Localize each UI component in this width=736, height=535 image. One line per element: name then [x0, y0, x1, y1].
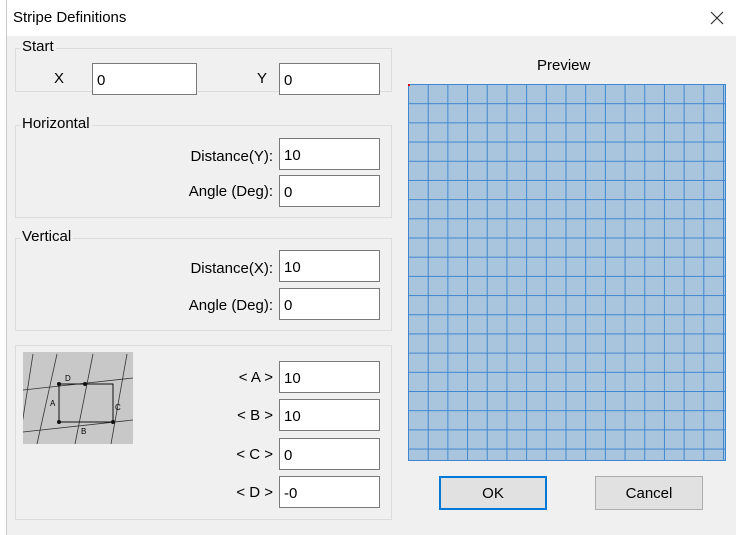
preview-title: Preview: [537, 57, 591, 74]
cancel-button[interactable]: Cancel: [595, 476, 703, 510]
start-x-label: X: [54, 70, 65, 87]
stripe-definitions-dialog: Stripe Definitions Start X Y Horizontal …: [6, 0, 736, 535]
param-c-label: < C >: [236, 446, 273, 463]
vertical-distance-label: Distance(X):: [190, 260, 273, 277]
vertical-group-label: Vertical: [20, 228, 74, 245]
diagram-letter-a: A: [50, 399, 56, 408]
param-c-input[interactable]: [279, 438, 380, 470]
preview-origin-marker: [408, 84, 410, 86]
start-group-label: Start: [20, 38, 56, 55]
vertical-angle-input[interactable]: [279, 288, 380, 320]
preview-canvas: [408, 84, 726, 461]
param-b-label: < B >: [237, 407, 273, 424]
horizontal-distance-label: Distance(Y):: [190, 148, 273, 165]
horizontal-angle-input[interactable]: [279, 175, 380, 207]
diagram-letter-c: C: [115, 403, 121, 412]
title-bar: Stripe Definitions: [7, 0, 736, 36]
param-a-label: < A >: [238, 369, 273, 386]
vertical-angle-label: Angle (Deg):: [188, 297, 273, 314]
param-d-input[interactable]: [279, 476, 380, 508]
stripe-diagram: D A B C: [18, 352, 134, 445]
param-d-label: < D >: [236, 484, 273, 501]
close-button[interactable]: [697, 0, 736, 36]
diagram-letter-b: B: [81, 427, 86, 436]
param-b-input[interactable]: [279, 399, 380, 431]
close-icon: [710, 11, 724, 25]
vertical-distance-input[interactable]: [279, 250, 380, 282]
param-a-input[interactable]: [279, 361, 380, 393]
ok-button[interactable]: OK: [439, 476, 547, 510]
horizontal-angle-label: Angle (Deg):: [188, 183, 273, 200]
start-x-input[interactable]: [92, 63, 197, 95]
window-title: Stripe Definitions: [13, 9, 127, 26]
diagram-letter-d: D: [65, 374, 71, 383]
start-y-input[interactable]: [279, 63, 380, 95]
horizontal-distance-input[interactable]: [279, 138, 380, 170]
start-y-label: Y: [257, 70, 268, 87]
horizontal-group-label: Horizontal: [20, 115, 92, 132]
